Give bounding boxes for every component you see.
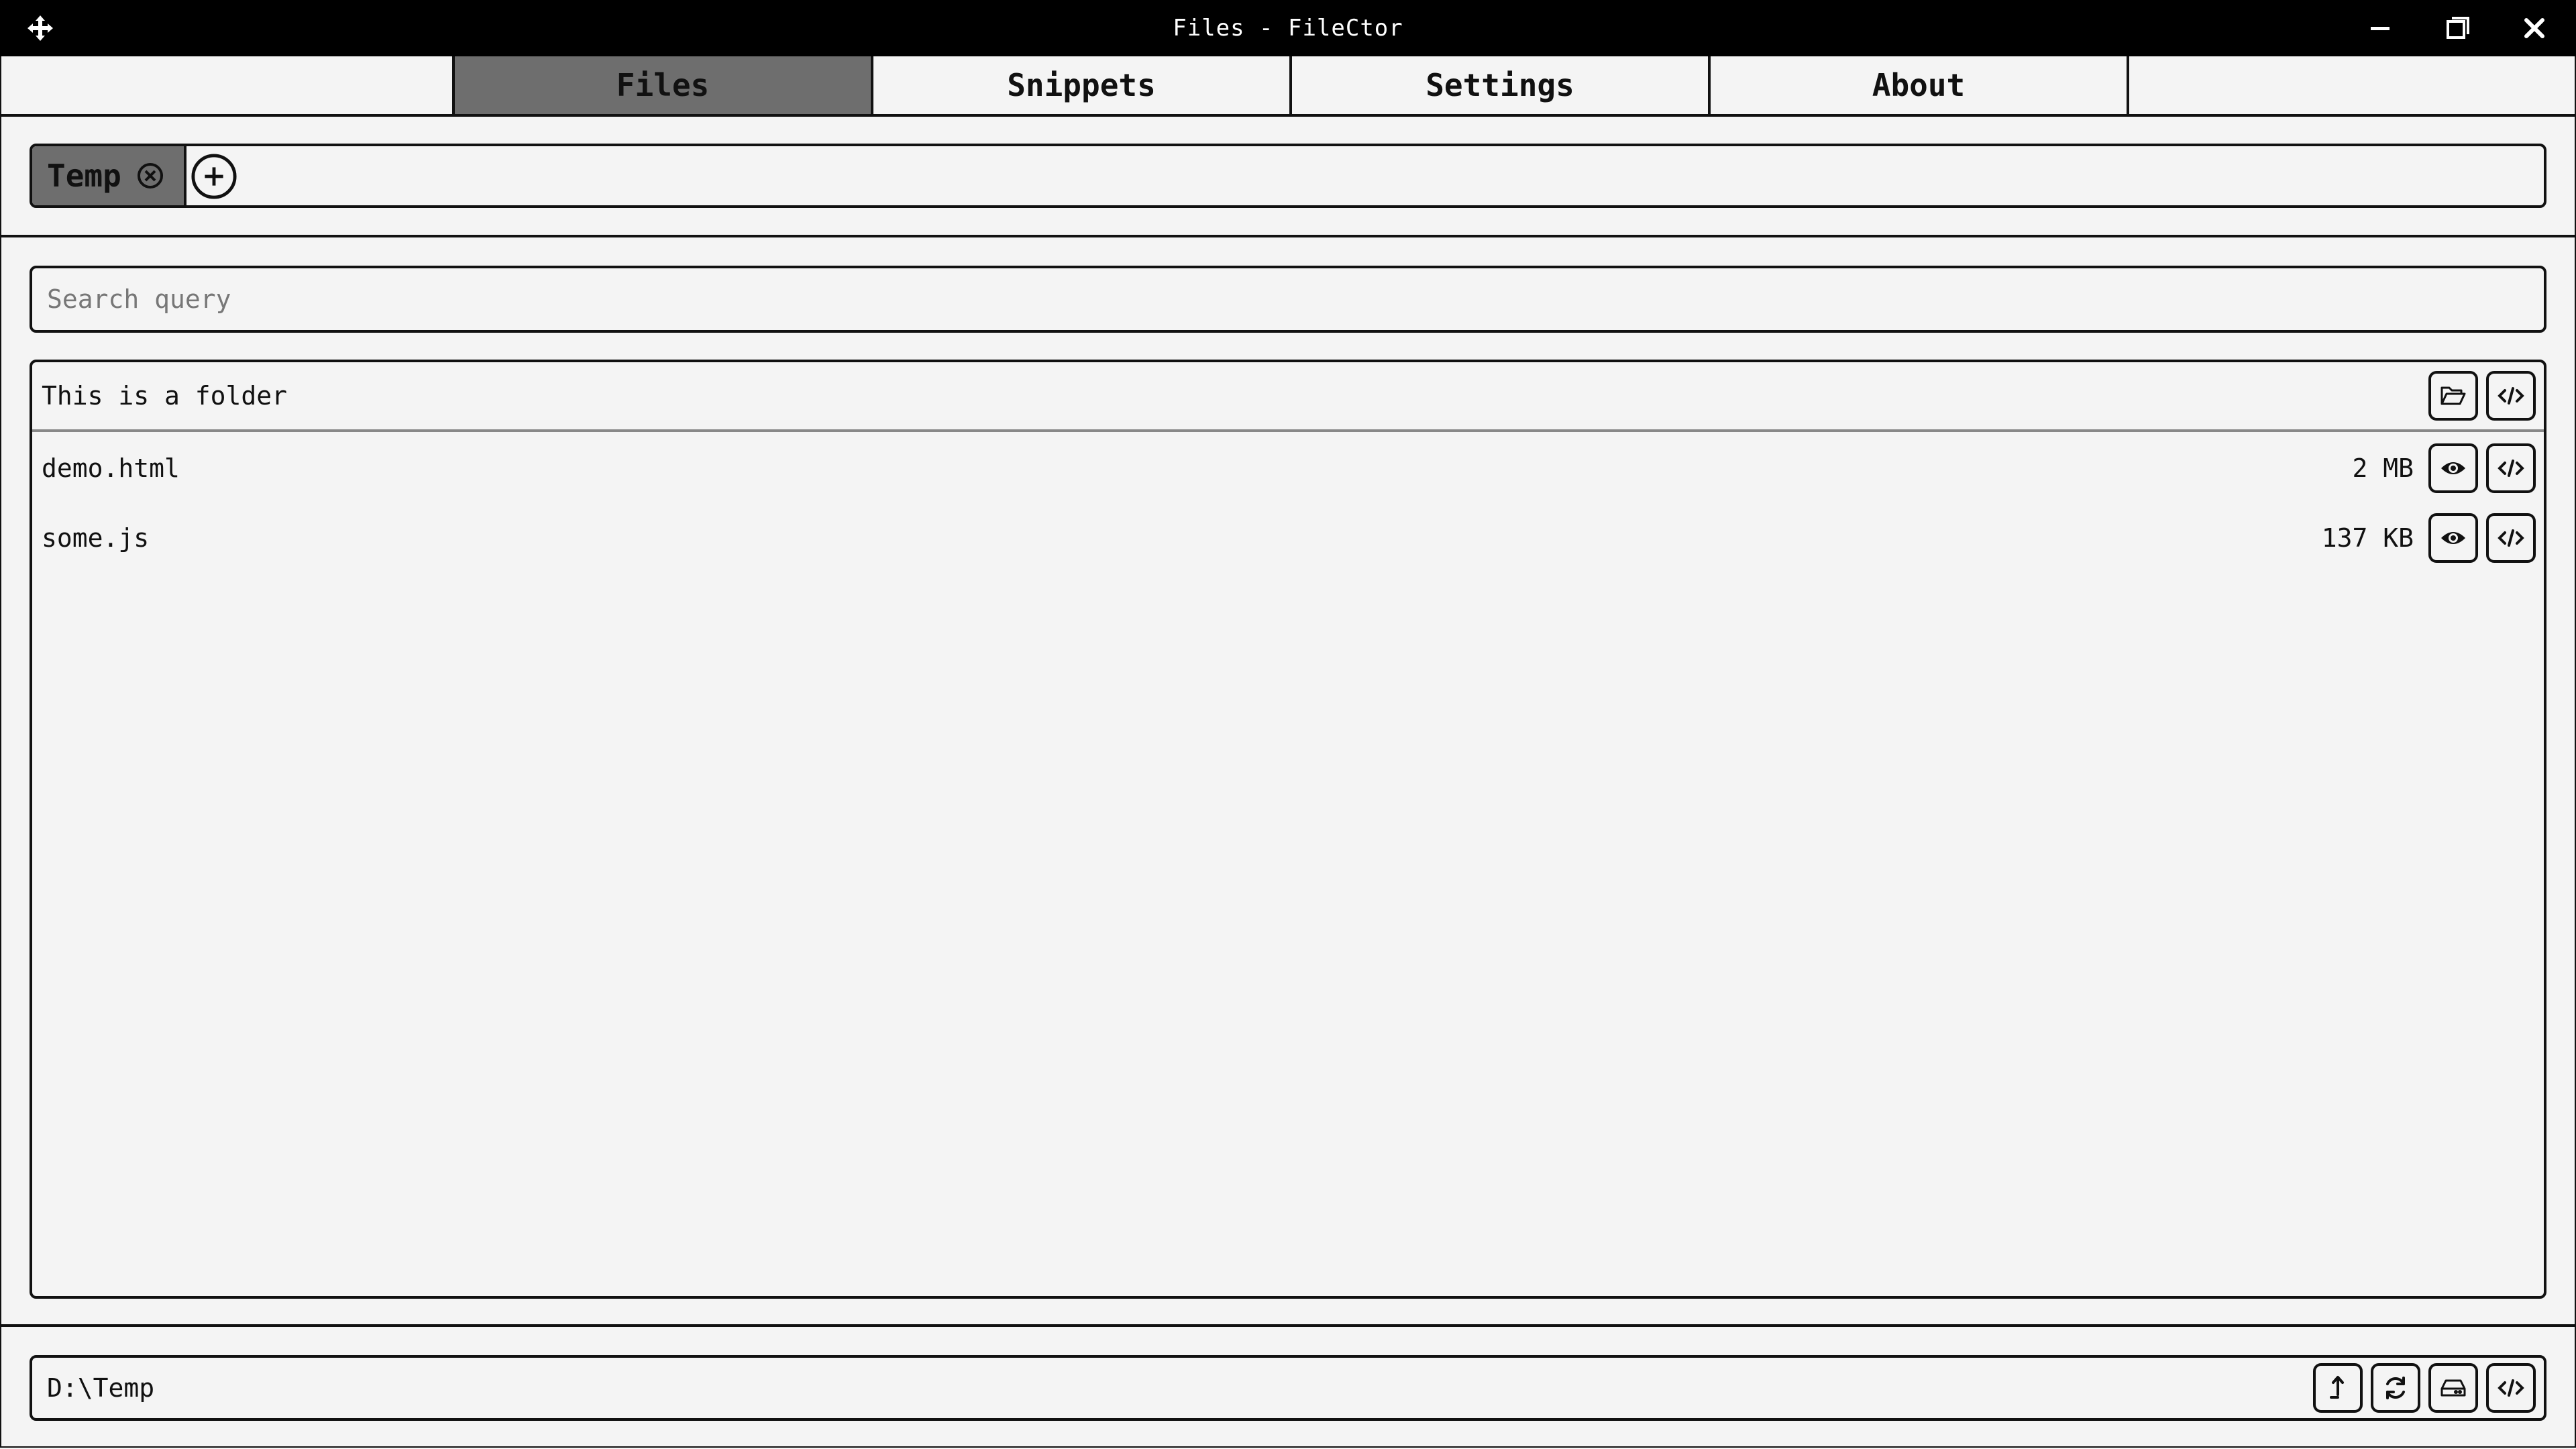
- file-size: 137 KB: [2321, 523, 2414, 553]
- code-icon[interactable]: [2486, 371, 2536, 421]
- code-icon[interactable]: [2486, 443, 2536, 493]
- tab-label: Settings: [1426, 67, 1574, 103]
- file-row[interactable]: demo.html 2 MB: [32, 433, 2544, 503]
- tab-label: About: [1872, 67, 1966, 103]
- title-bar[interactable]: Files - FileCtor: [0, 0, 2576, 56]
- file-size: 2 MB: [2352, 453, 2414, 483]
- window-title: Files - FileCtor: [1173, 15, 1403, 42]
- arrow-up-icon[interactable]: [2313, 1363, 2363, 1413]
- eye-icon[interactable]: [2428, 513, 2478, 563]
- search-input[interactable]: [30, 266, 2546, 333]
- file-name: demo.html: [42, 453, 180, 483]
- file-name: some.js: [42, 523, 150, 553]
- folder-name: This is a folder: [42, 381, 288, 411]
- minimize-icon[interactable]: [2352, 0, 2408, 56]
- refresh-icon[interactable]: [2371, 1363, 2420, 1413]
- project-tab-label: Temp: [47, 158, 121, 194]
- divider: [1, 1324, 2575, 1327]
- folder-open-icon[interactable]: [2428, 371, 2478, 421]
- file-list: This is a folder demo.html 2 MB some.js …: [30, 360, 2546, 1299]
- file-row[interactable]: some.js 137 KB: [32, 503, 2544, 573]
- path-bar: D:\Temp: [30, 1355, 2546, 1421]
- current-path: D:\Temp: [47, 1373, 155, 1403]
- close-icon[interactable]: [2506, 0, 2563, 56]
- project-tab-temp[interactable]: Temp: [32, 146, 186, 205]
- divider: [1, 235, 2575, 237]
- code-icon[interactable]: [2486, 1363, 2536, 1413]
- plus-circle-icon[interactable]: [191, 153, 237, 200]
- main-tab-bar: Files Snippets Settings About: [1, 56, 2575, 117]
- maximize-icon[interactable]: [2430, 0, 2486, 56]
- project-tab-row: Temp: [30, 144, 2546, 208]
- code-icon[interactable]: [2486, 513, 2536, 563]
- tab-label: Snippets: [1007, 67, 1156, 103]
- eye-icon[interactable]: [2428, 443, 2478, 493]
- tab-settings[interactable]: Settings: [1289, 56, 1708, 114]
- drive-icon[interactable]: [2428, 1363, 2478, 1413]
- tab-files[interactable]: Files: [452, 56, 871, 114]
- tab-snippets[interactable]: Snippets: [871, 56, 1289, 114]
- tab-about[interactable]: About: [1708, 56, 2129, 114]
- folder-row[interactable]: This is a folder: [32, 362, 2544, 432]
- x-circle-icon[interactable]: [136, 162, 164, 190]
- tab-label: Files: [616, 67, 710, 103]
